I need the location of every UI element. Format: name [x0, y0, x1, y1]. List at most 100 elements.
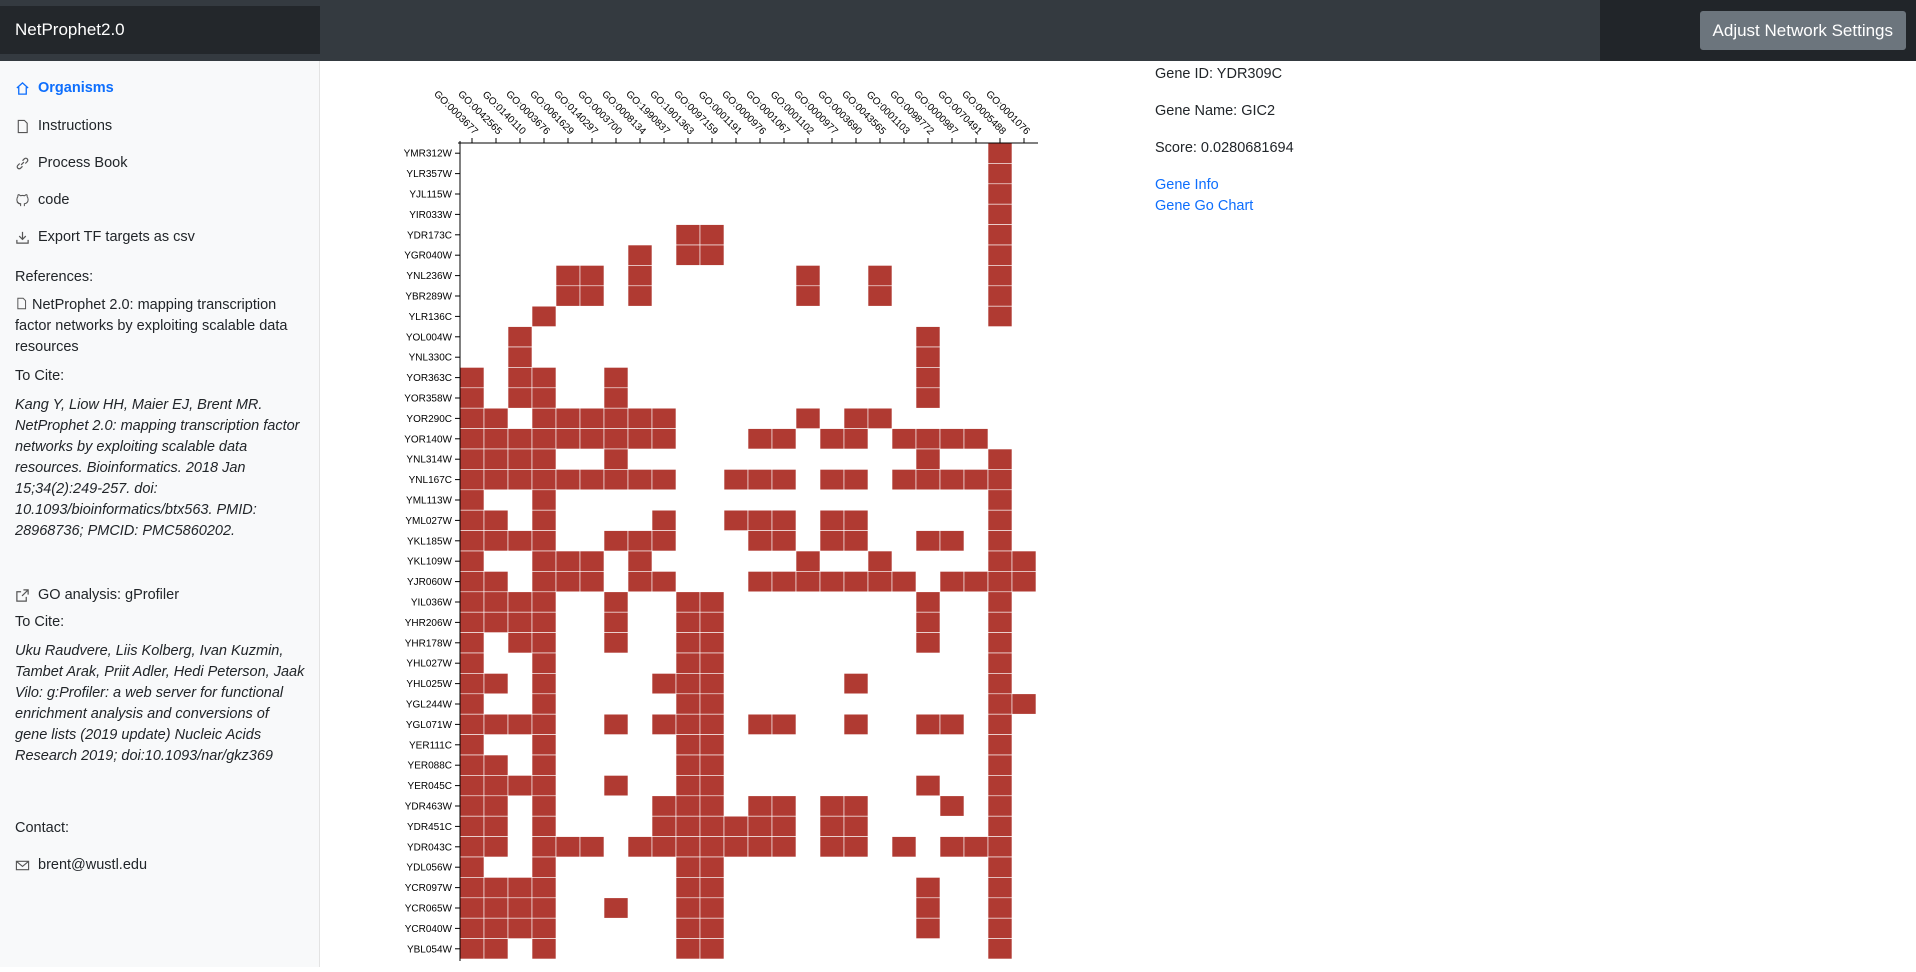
heatmap-cell[interactable]	[939, 795, 965, 817]
heatmap-cell[interactable]	[555, 836, 581, 858]
heatmap-cell[interactable]	[987, 856, 1013, 878]
heatmap-cell[interactable]	[987, 448, 1013, 470]
heatmap-cell[interactable]	[531, 938, 557, 960]
heatmap-cell[interactable]	[651, 509, 677, 531]
heatmap-cell[interactable]	[987, 734, 1013, 756]
heatmap-cell[interactable]	[915, 346, 941, 368]
heatmap-cell[interactable]	[483, 469, 509, 491]
heatmap-cell[interactable]	[675, 244, 701, 266]
heatmap-cell[interactable]	[699, 632, 725, 654]
heatmap-cell[interactable]	[987, 754, 1013, 776]
heatmap-cell[interactable]	[819, 469, 845, 491]
heatmap-cell[interactable]	[459, 815, 485, 837]
heatmap-cell[interactable]	[699, 795, 725, 817]
heatmap-cell[interactable]	[507, 530, 533, 552]
heatmap-cell[interactable]	[627, 265, 653, 287]
heatmap-cell[interactable]	[651, 469, 677, 491]
heatmap-cell[interactable]	[651, 836, 677, 858]
heatmap-cell[interactable]	[771, 836, 797, 858]
heatmap-cell[interactable]	[675, 836, 701, 858]
heatmap-cell[interactable]	[531, 305, 557, 327]
heatmap-cell[interactable]	[987, 183, 1013, 205]
heatmap-cell[interactable]	[651, 428, 677, 450]
heatmap-cell[interactable]	[867, 571, 893, 593]
heatmap-cell[interactable]	[987, 530, 1013, 552]
heatmap-cell[interactable]	[675, 856, 701, 878]
heatmap-cell[interactable]	[891, 571, 917, 593]
heatmap-cell[interactable]	[699, 856, 725, 878]
heatmap-cell[interactable]	[987, 836, 1013, 858]
heatmap-cell[interactable]	[939, 571, 965, 593]
heatmap-cell[interactable]	[723, 509, 749, 531]
contact-email-link[interactable]: brent@wustl.edu	[15, 853, 147, 877]
heatmap-cell[interactable]	[795, 285, 821, 307]
heatmap-cell[interactable]	[675, 938, 701, 960]
heatmap-cell[interactable]	[771, 428, 797, 450]
heatmap-cell[interactable]	[915, 428, 941, 450]
heatmap-cell[interactable]	[531, 652, 557, 674]
heatmap-cell[interactable]	[675, 591, 701, 613]
heatmap-cell[interactable]	[459, 550, 485, 572]
heatmap-cell[interactable]	[819, 571, 845, 593]
heatmap-cell[interactable]	[483, 530, 509, 552]
heatmap-cell[interactable]	[603, 367, 629, 389]
heatmap-cell[interactable]	[459, 754, 485, 776]
heatmap-cell[interactable]	[531, 428, 557, 450]
heatmap-cell[interactable]	[987, 550, 1013, 572]
heatmap-cell[interactable]	[603, 591, 629, 613]
heatmap-cell[interactable]	[987, 652, 1013, 674]
heatmap-cell[interactable]	[579, 571, 605, 593]
heatmap-cell[interactable]	[819, 795, 845, 817]
adjust-network-settings-button[interactable]: Adjust Network Settings	[1699, 11, 1906, 50]
heatmap-cell[interactable]	[483, 673, 509, 695]
heatmap-cell[interactable]	[987, 469, 1013, 491]
heatmap-cell[interactable]	[603, 775, 629, 797]
heatmap-cell[interactable]	[699, 734, 725, 756]
heatmap-cell[interactable]	[843, 407, 869, 429]
heatmap-cell[interactable]	[531, 856, 557, 878]
heatmap-cell[interactable]	[675, 795, 701, 817]
heatmap-cell[interactable]	[507, 897, 533, 919]
heatmap-cell[interactable]	[699, 897, 725, 919]
heatmap-cell[interactable]	[699, 652, 725, 674]
heatmap-cell[interactable]	[459, 611, 485, 633]
heatmap-cell[interactable]	[987, 571, 1013, 593]
heatmap-cell[interactable]	[747, 428, 773, 450]
heatmap-cell[interactable]	[531, 407, 557, 429]
heatmap-cell[interactable]	[459, 632, 485, 654]
heatmap-cell[interactable]	[603, 407, 629, 429]
heatmap-cell[interactable]	[627, 428, 653, 450]
heatmap-cell[interactable]	[987, 775, 1013, 797]
heatmap-cell[interactable]	[651, 530, 677, 552]
heatmap-cell[interactable]	[723, 815, 749, 837]
heatmap-cell[interactable]	[507, 632, 533, 654]
heatmap-cell[interactable]	[867, 285, 893, 307]
heatmap-cell[interactable]	[459, 693, 485, 715]
heatmap-cell[interactable]	[579, 407, 605, 429]
sidebar-item-organisms[interactable]: Organisms	[15, 76, 114, 100]
heatmap-cell[interactable]	[915, 611, 941, 633]
heatmap-cell[interactable]	[699, 836, 725, 858]
heatmap-cell[interactable]	[483, 754, 509, 776]
heatmap-cell[interactable]	[459, 856, 485, 878]
heatmap-cell[interactable]	[507, 428, 533, 450]
heatmap-cell[interactable]	[603, 387, 629, 409]
heatmap-cell[interactable]	[987, 693, 1013, 715]
heatmap-cell[interactable]	[483, 836, 509, 858]
heatmap-cell[interactable]	[843, 795, 869, 817]
heatmap-cell[interactable]	[531, 611, 557, 633]
heatmap-cell[interactable]	[459, 469, 485, 491]
heatmap-cell[interactable]	[963, 836, 989, 858]
heatmap-cell[interactable]	[987, 285, 1013, 307]
heatmap-cell[interactable]	[867, 550, 893, 572]
heatmap-cell[interactable]	[531, 489, 557, 511]
heatmap-cell[interactable]	[531, 917, 557, 939]
heatmap-cell[interactable]	[603, 897, 629, 919]
heatmap-cell[interactable]	[843, 571, 869, 593]
heatmap-cell[interactable]	[627, 469, 653, 491]
heatmap-cell[interactable]	[459, 571, 485, 593]
heatmap-cell[interactable]	[675, 815, 701, 837]
heatmap-cell[interactable]	[555, 265, 581, 287]
sidebar-item-code[interactable]: code	[15, 188, 69, 212]
heatmap-cell[interactable]	[627, 285, 653, 307]
